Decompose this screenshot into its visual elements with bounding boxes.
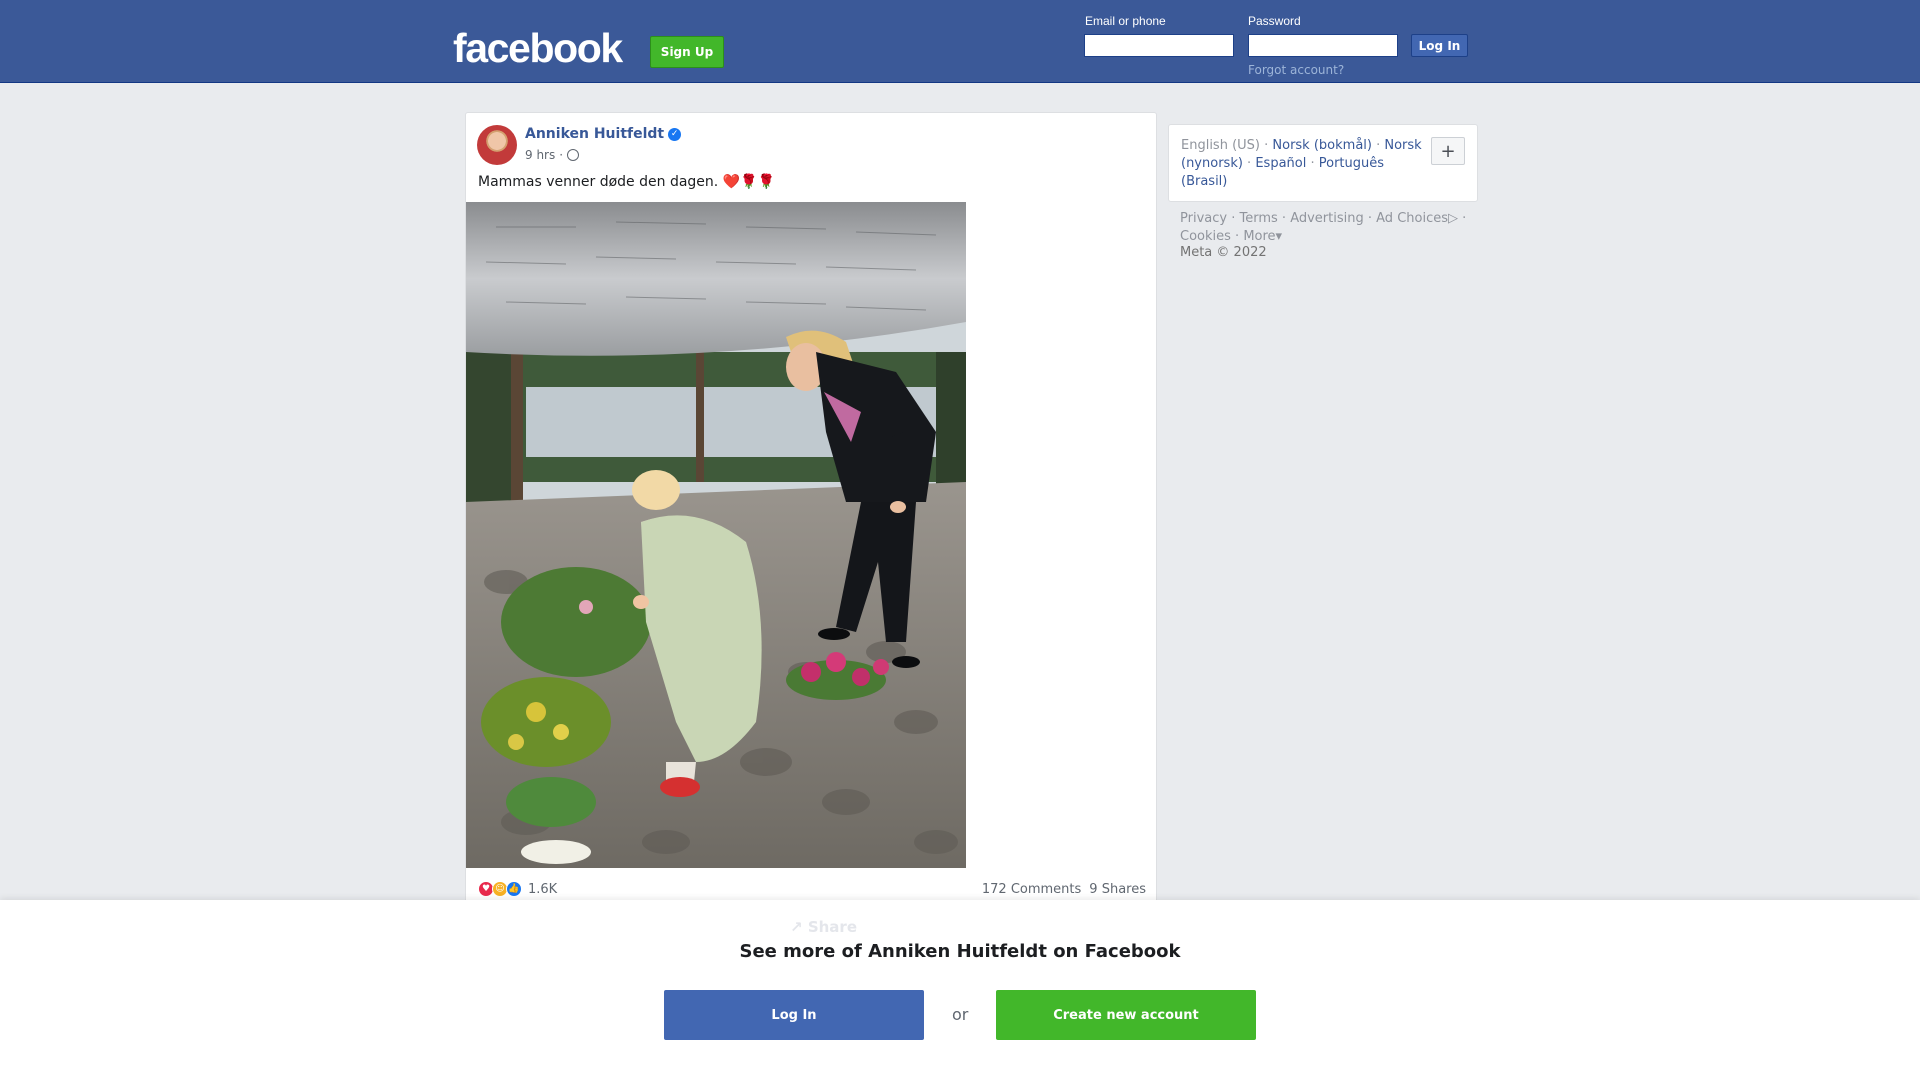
post-card: Anniken Huitfeldt ✓ 9 hrs · Mammas venne… — [465, 112, 1157, 952]
comments-count[interactable]: 172 Comments — [982, 882, 1081, 897]
footer-links: Privacy · Terms · Advertising · Ad Choic… — [1180, 211, 1467, 244]
login-prompt-overlay — [0, 900, 1920, 1080]
meta-separator: · — [559, 148, 564, 162]
shares-count[interactable]: 9 Shares — [1089, 882, 1146, 897]
forgot-account-link[interactable]: Forgot account? — [1248, 63, 1344, 77]
privacy-link[interactable]: Privacy — [1180, 211, 1227, 226]
language-list: English (US) · Norsk (bokmål) · Norsk (n… — [1181, 138, 1422, 189]
see-more-title: See more of Anniken Huitfeldt on Faceboo… — [739, 941, 1181, 962]
ad-choices-icon: ▷ — [1448, 211, 1458, 226]
more-link[interactable]: More — [1243, 229, 1275, 244]
email-label: Email or phone — [1085, 14, 1166, 28]
reaction-count: 1.6K — [528, 881, 558, 897]
author-name[interactable]: Anniken Huitfeldt — [525, 126, 664, 142]
share-icon: ↗ — [790, 918, 803, 936]
log-in-button[interactable]: Log In — [1411, 34, 1468, 57]
globe-icon[interactable] — [567, 149, 580, 161]
copyright: Meta © 2022 — [1180, 245, 1267, 260]
email-field[interactable] — [1084, 34, 1234, 57]
terms-link[interactable]: Terms — [1239, 211, 1277, 226]
post-time[interactable]: 9 hrs — [525, 148, 555, 162]
or-separator: or — [952, 1005, 969, 1024]
share-button-ghost: ↗ Share — [790, 918, 857, 936]
more-languages-button[interactable]: + — [1431, 137, 1465, 165]
top-bar: facebook Sign Up Email or phone Password… — [0, 0, 1920, 83]
post-meta: 9 hrs · — [525, 148, 580, 162]
post-text: Mammas venner døde den dagen. ❤️🌹🌹 — [478, 174, 775, 190]
current-language: English (US) — [1181, 138, 1260, 153]
post-author[interactable]: Anniken Huitfeldt ✓ — [525, 126, 682, 142]
sign-up-button[interactable]: Sign Up — [650, 36, 724, 68]
reactions-summary[interactable]: ♥ ☺ 👍 1.6K — [478, 881, 557, 897]
language-box: English (US) · Norsk (bokmål) · Norsk (n… — [1168, 124, 1478, 202]
advertising-link[interactable]: Advertising — [1290, 211, 1364, 226]
like-reaction-icon: 👍 — [506, 881, 522, 897]
password-label: Password — [1248, 14, 1301, 28]
post-photo[interactable] — [466, 202, 966, 868]
avatar[interactable] — [477, 125, 517, 165]
password-field[interactable] — [1248, 34, 1398, 57]
overlay-log-in-button[interactable]: Log In — [664, 990, 924, 1040]
create-account-button[interactable]: Create new account — [996, 990, 1256, 1040]
engagement-counts: 172 Comments 9 Shares — [982, 882, 1146, 897]
verified-badge-icon: ✓ — [668, 127, 682, 141]
post-stats: ♥ ☺ 👍 1.6K 172 Comments 9 Shares — [478, 879, 1146, 899]
ad-choices-link[interactable]: Ad Choices — [1376, 211, 1448, 226]
share-label: Share — [807, 918, 857, 936]
facebook-logo[interactable]: facebook — [453, 24, 623, 72]
language-espanol[interactable]: Español — [1255, 156, 1306, 171]
language-norsk-bokmal[interactable]: Norsk (bokmål) — [1272, 138, 1372, 153]
cookies-link[interactable]: Cookies — [1180, 229, 1231, 244]
caret-down-icon: ▾ — [1275, 229, 1283, 244]
